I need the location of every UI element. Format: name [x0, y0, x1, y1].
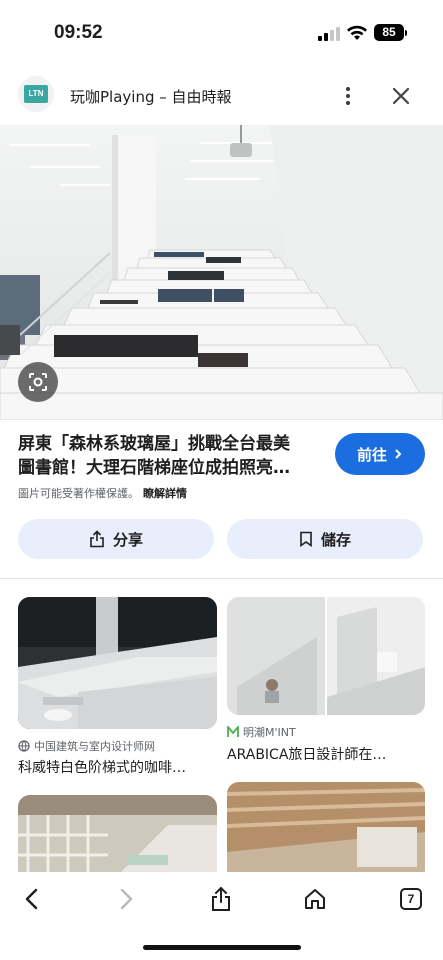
- result-title-line1: 屏東「森林系玻璃屋」挑戰全台最美: [18, 434, 290, 454]
- related-source-1-text: 中国建筑与室内设计师网: [34, 740, 155, 753]
- home-icon: [305, 889, 325, 909]
- more-icon[interactable]: [336, 82, 360, 110]
- save-button[interactable]: 儲存: [227, 519, 423, 559]
- home-button[interactable]: [300, 884, 330, 914]
- wifi-icon: [347, 25, 367, 40]
- share-icon: [212, 886, 230, 911]
- learn-more-link[interactable]: 瞭解詳情: [143, 487, 187, 500]
- source-title[interactable]: 玩咖Playing – 自由時報: [70, 86, 232, 107]
- source-header: LTN 玩咖Playing – 自由時報: [0, 72, 443, 120]
- result-title[interactable]: 屏東「森林系玻璃屋」挑戰全台最美 圖書館！大理石階梯座位成拍照亮…: [18, 432, 318, 480]
- save-label: 儲存: [320, 530, 351, 549]
- related-caption-2[interactable]: ARABICA旅日設計師在…: [227, 744, 423, 764]
- share-icon: [90, 530, 104, 548]
- copyright-notice: 圖片可能受著作權保護。 瞭解詳情: [18, 485, 187, 501]
- share-label: 分享: [112, 530, 143, 549]
- result-title-line2: 圖書館！大理石階梯座位成拍照亮…: [18, 458, 290, 478]
- copyright-text: 圖片可能受著作權保護。: [18, 487, 139, 500]
- tab-count: 7: [400, 888, 422, 910]
- result-image[interactable]: [0, 125, 443, 420]
- close-icon[interactable]: [388, 83, 414, 109]
- share-button[interactable]: 分享: [18, 519, 214, 559]
- toolbar-share-button[interactable]: [206, 884, 236, 914]
- site-logo: LTN: [18, 76, 54, 112]
- status-time: 09:52: [54, 22, 103, 43]
- related-image-1[interactable]: [18, 597, 217, 729]
- signal-icon: [318, 27, 340, 41]
- visit-label: 前往: [356, 445, 387, 464]
- bookmark-icon: [300, 531, 312, 547]
- chevron-right-icon: [395, 449, 402, 459]
- lens-icon[interactable]: [18, 362, 58, 402]
- forward-button[interactable]: [111, 884, 141, 914]
- forward-icon: [120, 888, 133, 910]
- related-source-2-text: 明潮M'INT: [243, 726, 296, 739]
- mint-logo-icon: [227, 726, 239, 737]
- back-button[interactable]: [17, 884, 47, 914]
- related-image-2[interactable]: [227, 597, 425, 715]
- battery-icon: 85: [374, 24, 404, 41]
- visit-button[interactable]: 前往: [335, 433, 425, 475]
- home-indicator: [143, 945, 301, 950]
- status-bar: 09:52 85: [0, 0, 443, 64]
- related-caption-1[interactable]: 科威特白色阶梯式的咖啡…: [18, 757, 214, 777]
- tabs-button[interactable]: 7: [396, 884, 426, 914]
- related-source-2: 明潮M'INT: [227, 724, 296, 740]
- divider: [0, 578, 443, 579]
- battery-tip: [405, 30, 407, 36]
- site-logo-text: LTN: [24, 85, 48, 103]
- related-image-4[interactable]: [227, 782, 425, 885]
- back-icon: [25, 888, 38, 910]
- related-source-1: 中国建筑与室内设计师网: [18, 738, 155, 754]
- globe-icon: [18, 740, 30, 752]
